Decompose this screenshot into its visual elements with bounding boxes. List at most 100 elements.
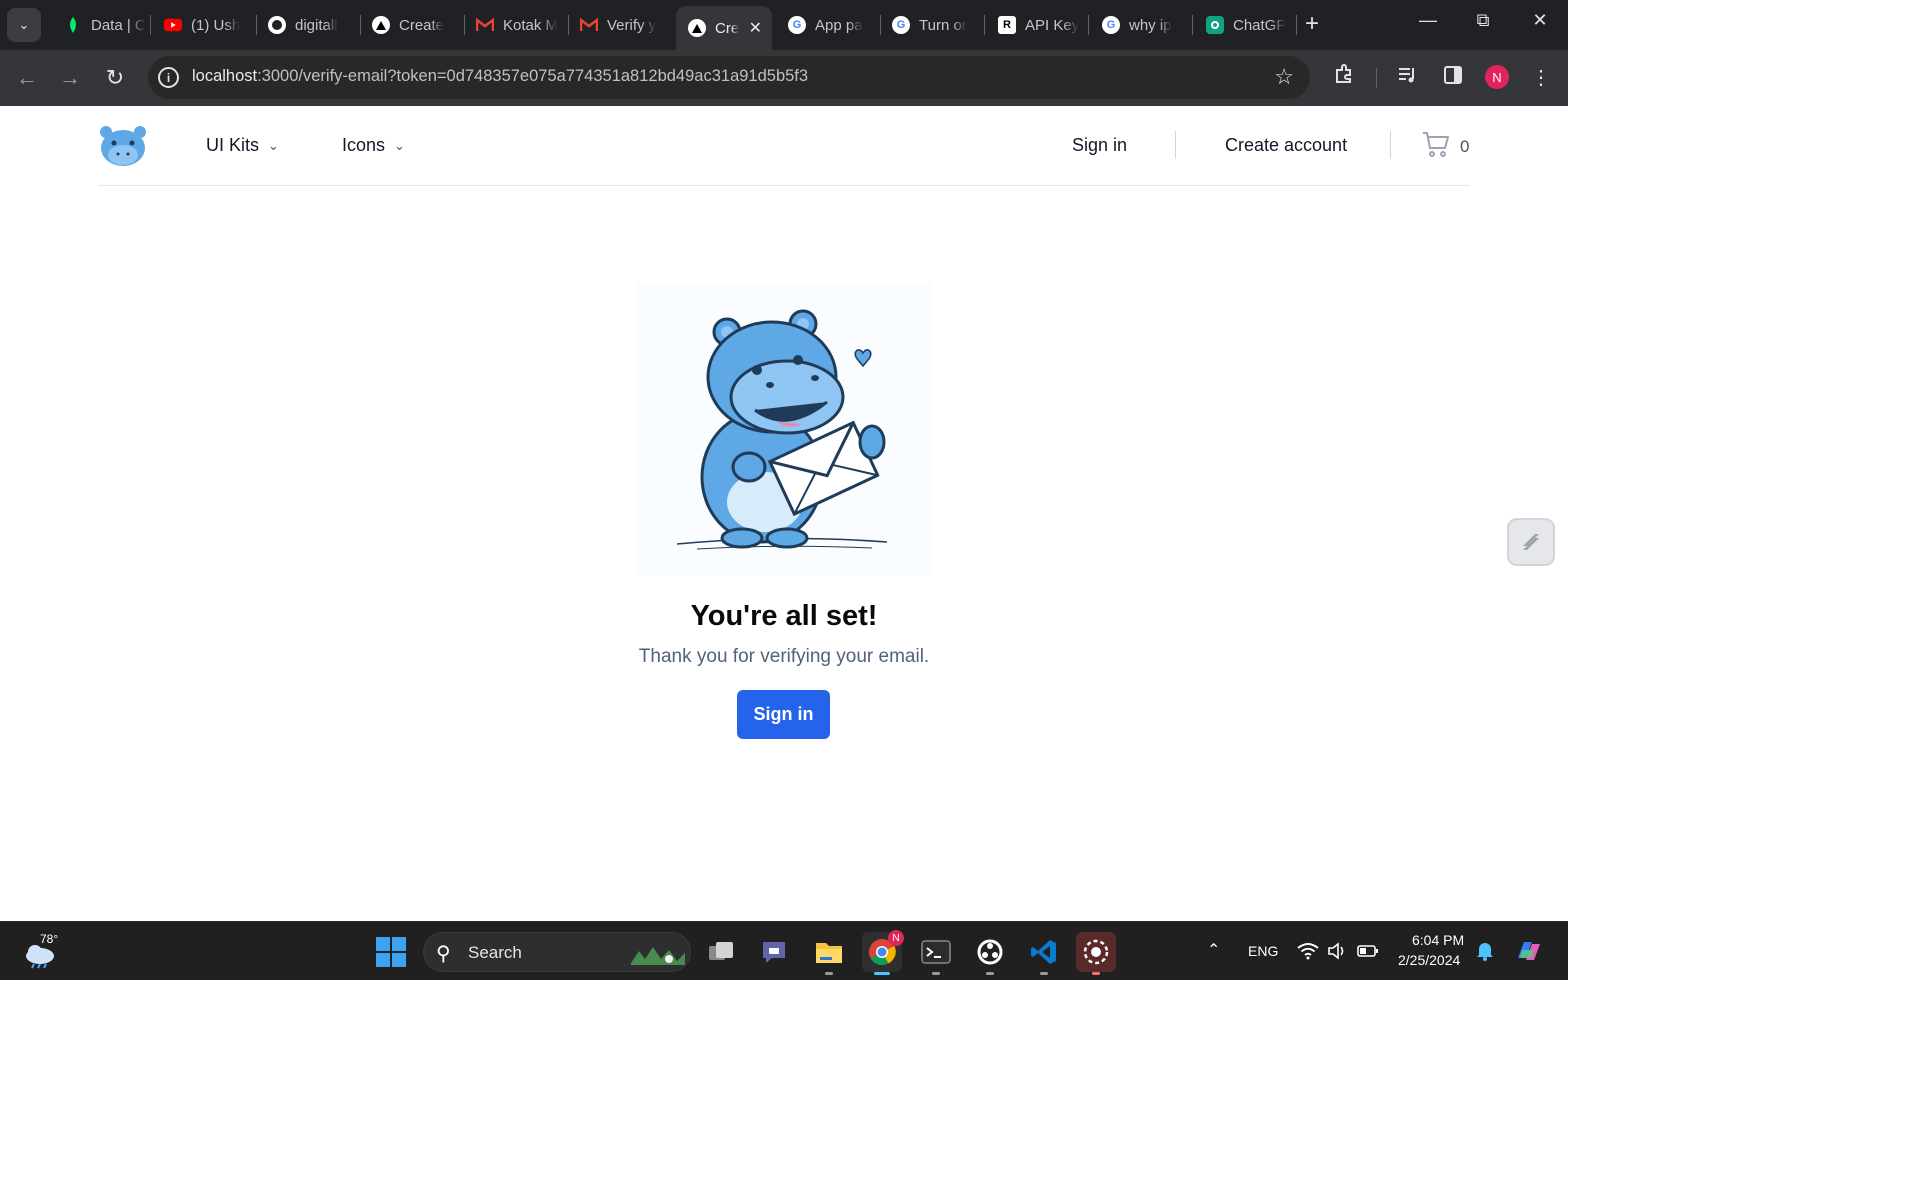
reload-icon[interactable]: ↻ [101, 64, 129, 92]
nav-icons[interactable]: Icons ⌄ [342, 135, 405, 156]
browser-tab[interactable]: G why ip [1090, 8, 1192, 42]
chevron-up-icon[interactable]: ⌃ [1207, 940, 1220, 960]
tab-divider [1192, 15, 1193, 35]
browser-tab-active[interactable]: Cre ✕ [676, 6, 772, 50]
tab-divider [984, 15, 985, 35]
app-running-indicator [1040, 972, 1048, 975]
language-indicator[interactable]: ENG [1248, 943, 1278, 959]
url-host: localhost [192, 67, 258, 85]
header-sign-in-link[interactable]: Sign in [1072, 135, 1127, 156]
app-running-indicator [986, 972, 994, 975]
header-divider [1390, 131, 1391, 159]
gmail-icon [476, 16, 494, 34]
browser-tab[interactable]: (1) Ush [152, 8, 254, 42]
app-running-indicator [1092, 972, 1100, 975]
tab-divider [1296, 15, 1297, 35]
youtube-icon [164, 16, 182, 34]
file-explorer-icon[interactable] [809, 932, 849, 975]
tab-title: (1) Ush [191, 16, 241, 34]
obs-icon[interactable] [970, 932, 1010, 975]
sign-in-button[interactable]: Sign in [737, 690, 830, 739]
tab-search-button[interactable]: ⌄ [7, 8, 41, 42]
clock-date[interactable]: 2/25/2024 [1398, 952, 1460, 968]
browser-tab[interactable]: G App pa [776, 8, 878, 42]
toolbar-divider [1376, 68, 1377, 88]
vercel-icon [688, 19, 706, 37]
browser-tab[interactable]: Verify y [568, 8, 670, 42]
side-panel-icon[interactable] [1439, 64, 1467, 92]
browser-tab-strip: ⌄ Data | C (1) Ush digitall Create Kotak… [0, 0, 1568, 50]
bookmark-star-icon[interactable]: ☆ [1274, 64, 1294, 90]
tab-title: why ip [1129, 16, 1172, 34]
tab-title: Cre [715, 19, 740, 37]
teams-chat-icon[interactable] [754, 932, 794, 972]
tab-title: Data | C [91, 16, 146, 34]
github-icon [268, 16, 286, 34]
minimize-icon[interactable]: — [1413, 10, 1443, 31]
notification-bell-icon[interactable] [1476, 941, 1494, 966]
tab-title: Kotak M [503, 16, 559, 34]
create-account-link[interactable]: Create account [1225, 135, 1347, 156]
app-active-indicator [874, 972, 890, 975]
tab-divider [1088, 15, 1089, 35]
tab-title: digitall [295, 16, 338, 34]
url-text[interactable]: localhost:3000/verify-email?token=0d7483… [192, 67, 808, 86]
new-tab-button[interactable]: + [1305, 12, 1319, 36]
search-icon: ⚲ [436, 943, 451, 965]
windows-taskbar: 78° ⚲ Search N ⌃ ENG 6:04 PM 2/25/2024 [0, 921, 1568, 980]
browser-tab[interactable]: G Turn or [880, 8, 982, 42]
floating-extension-icon[interactable] [1507, 518, 1555, 566]
cart-icon[interactable] [1421, 129, 1451, 159]
nav-ui-kits[interactable]: UI Kits ⌄ [206, 135, 279, 156]
nav-icons-label: Icons [342, 135, 386, 155]
chrome-profile-badge: N [888, 930, 904, 946]
forward-icon[interactable]: → [56, 64, 84, 92]
success-title: You're all set! [690, 600, 878, 632]
chrome-taskbar-icon[interactable]: N [862, 930, 904, 975]
browser-tab[interactable]: ChatGP [1194, 8, 1296, 42]
close-tab-icon[interactable]: ✕ [749, 18, 762, 38]
tab-title: Create [399, 16, 445, 34]
search-highlight-icon [629, 941, 687, 970]
google-icon: G [1102, 16, 1120, 34]
recorder-icon[interactable] [1076, 932, 1116, 975]
address-bar[interactable]: i localhost:3000/verify-email?token=0d74… [148, 56, 1310, 99]
taskbar-search[interactable]: ⚲ Search [423, 932, 691, 972]
vercel-icon [372, 16, 390, 34]
extensions-icon[interactable] [1330, 64, 1358, 92]
terminal-icon[interactable] [916, 932, 956, 975]
tab-title: API Key [1025, 16, 1080, 34]
browser-tab[interactable]: Create [360, 8, 462, 42]
chevron-down-icon: ⌄ [394, 137, 405, 153]
browser-tab[interactable]: Kotak M [464, 8, 566, 42]
r-icon: R [998, 16, 1016, 34]
hippo-with-envelope-illustration [637, 282, 931, 576]
wifi-icon[interactable] [1297, 942, 1319, 965]
google-icon: G [892, 16, 910, 34]
task-view-icon[interactable] [701, 932, 741, 972]
chevron-down-icon: ⌄ [268, 137, 279, 153]
media-control-icon[interactable] [1394, 64, 1422, 92]
chevron-down-icon: ⌄ [18, 17, 30, 32]
vscode-icon[interactable] [1024, 932, 1064, 975]
back-icon[interactable]: ← [13, 64, 41, 92]
restore-icon[interactable]: ⧉ [1468, 10, 1498, 31]
copilot-icon[interactable] [1514, 936, 1544, 971]
battery-icon[interactable] [1357, 943, 1379, 964]
browser-tab[interactable]: Data | C [52, 8, 150, 42]
volume-icon[interactable] [1327, 942, 1347, 965]
browser-menu-icon[interactable]: ⋮ [1527, 64, 1555, 92]
hippo-logo[interactable] [98, 124, 148, 168]
windows-start-icon[interactable] [376, 937, 406, 967]
site-info-icon[interactable]: i [158, 67, 179, 88]
chatgpt-icon [1206, 16, 1224, 34]
browser-toolbar: ← → ↻ i localhost:3000/verify-email?toke… [0, 50, 1568, 106]
browser-tab[interactable]: digitall [256, 8, 358, 42]
close-window-icon[interactable]: ✕ [1525, 10, 1555, 31]
browser-tab[interactable]: R API Key [986, 8, 1088, 42]
url-path: :3000/verify-email?token=0d748357e075a77… [257, 67, 809, 85]
profile-avatar[interactable]: N [1485, 65, 1509, 89]
tab-title: Turn or [919, 16, 967, 34]
clock-time[interactable]: 6:04 PM [1412, 932, 1464, 948]
nav-ui-kits-label: UI Kits [206, 135, 260, 155]
